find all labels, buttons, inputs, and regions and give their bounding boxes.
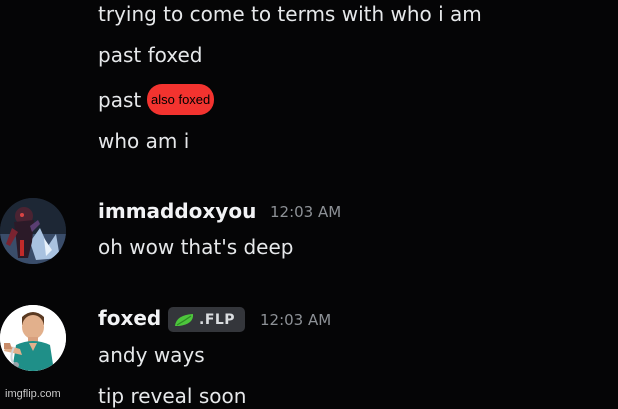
leaf-icon bbox=[175, 313, 194, 326]
message-line: who am i bbox=[98, 129, 190, 153]
username[interactable]: foxed bbox=[98, 305, 161, 331]
timestamp: 12:03 AM bbox=[260, 311, 332, 329]
message-line: trying to come to terms with who i am bbox=[98, 2, 482, 26]
highlight-label: also foxed bbox=[147, 84, 215, 115]
watermark: imgflip.com bbox=[5, 388, 61, 400]
server-tag-label: .FLP bbox=[199, 311, 236, 328]
user-avatar[interactable] bbox=[0, 305, 66, 371]
man-in-teal-scrubs-avatar-icon bbox=[0, 305, 66, 371]
message-line: past foxed bbox=[98, 43, 203, 67]
message-line: andy ways bbox=[98, 343, 205, 367]
message-line: past bbox=[98, 88, 142, 112]
user-avatar[interactable] bbox=[0, 198, 66, 264]
username[interactable]: immaddoxyou bbox=[98, 198, 256, 224]
message-line: tip reveal soon bbox=[98, 384, 247, 408]
server-tag[interactable]: .FLP bbox=[168, 307, 245, 332]
dark-fantasy-character-avatar-icon bbox=[0, 198, 66, 264]
message-line: oh wow that's deep bbox=[98, 235, 294, 259]
timestamp: 12:03 AM bbox=[270, 203, 342, 221]
